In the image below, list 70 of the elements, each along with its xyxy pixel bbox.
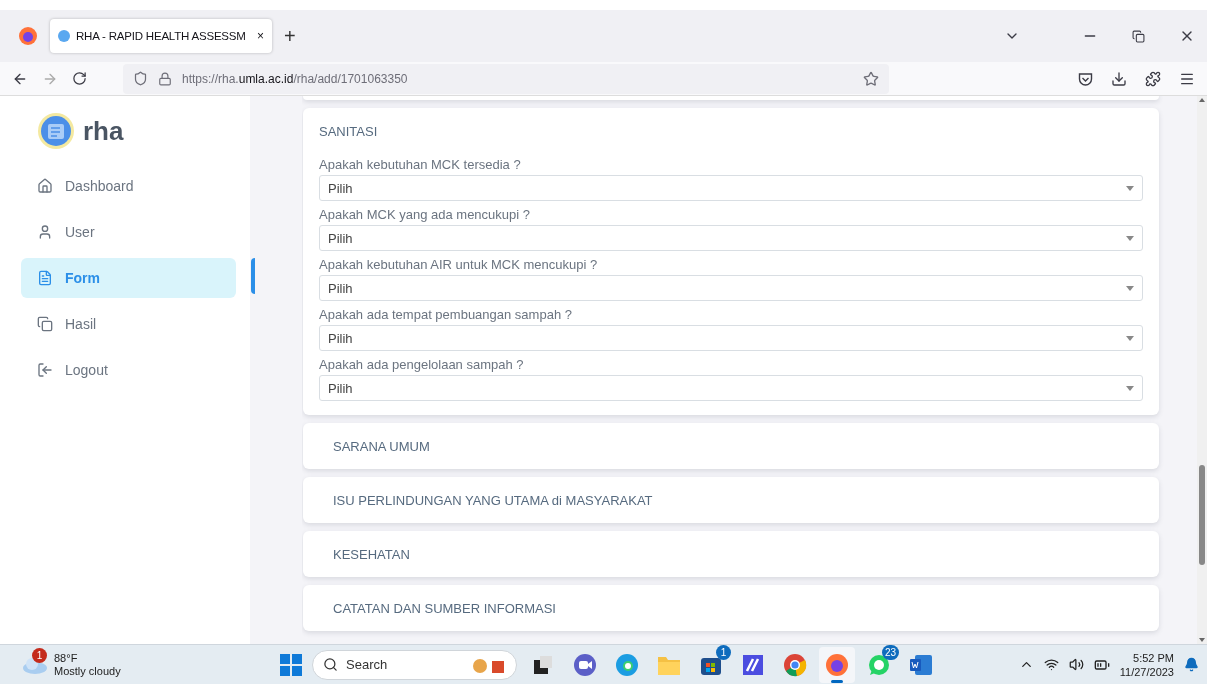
new-tab-button[interactable]: +: [284, 24, 296, 48]
select-field[interactable]: Pilih: [319, 225, 1143, 251]
select-field[interactable]: Pilih: [319, 325, 1143, 351]
close-tab-button[interactable]: ×: [257, 29, 264, 43]
browser-tab[interactable]: RHA - RAPID HEALTH ASSESSM ×: [50, 19, 272, 53]
lock-icon: [158, 71, 172, 86]
notification-badge: 1: [716, 644, 731, 660]
address-bar[interactable]: https://rha.umla.ac.id/rha/add/1701063350: [123, 63, 889, 94]
active-indicator: [251, 258, 255, 294]
browser-icon[interactable]: [615, 652, 639, 677]
scroll-up-icon[interactable]: [1199, 98, 1205, 102]
active-indicator: [831, 679, 843, 683]
logo-text: rha: [83, 115, 124, 147]
notification-badge: 1: [32, 647, 47, 663]
wifi-icon[interactable]: [1043, 657, 1059, 672]
caret-icon: [1126, 185, 1134, 191]
question-label: Apakah ada pengelolaan sampah ?: [319, 357, 525, 372]
extensions-icon[interactable]: [1145, 70, 1161, 87]
section-title: SANITASI: [319, 124, 379, 139]
sidebar-item[interactable]: Dashboard: [21, 166, 236, 206]
url-text: https://rha.umla.ac.id/rha/add/1701063350: [182, 71, 409, 86]
browser-icon[interactable]: [825, 652, 849, 677]
restore-icon[interactable]: [1132, 29, 1145, 43]
form-icon: [37, 270, 53, 286]
home-icon: [37, 178, 53, 194]
user-icon: [37, 224, 53, 240]
weather-text: Mostly cloudy: [54, 664, 121, 678]
video-chat-icon[interactable]: [573, 652, 597, 677]
sidebar-item[interactable]: Logout: [21, 350, 236, 390]
browser-icon[interactable]: [783, 652, 807, 677]
notification-bell-icon[interactable]: [1184, 657, 1199, 672]
question-label: Apakah kebutuhan MCK tersedia ?: [319, 157, 522, 172]
collapsed-section[interactable]: KESEHATAN: [303, 531, 1159, 577]
collapsed-section[interactable]: ISU PERLINDUNGAN YANG UTAMA di MASYARAKAT: [303, 477, 1159, 523]
caret-icon: [1126, 385, 1134, 391]
question-label: Apakah ada tempat pembuangan sampah ?: [319, 307, 573, 322]
site-icon: [58, 30, 70, 42]
caret-icon: [1126, 285, 1134, 291]
logout-icon: [37, 362, 53, 378]
start-icon[interactable]: [280, 653, 302, 676]
document-icon[interactable]: [909, 653, 933, 676]
collapsed-section[interactable]: SARANA UMUM: [303, 423, 1159, 469]
scroll-down-icon[interactable]: [1199, 638, 1205, 642]
collapsed-section[interactable]: CATATAN DAN SUMBER INFORMASI: [303, 585, 1159, 631]
app-window-icon[interactable]: [532, 653, 554, 676]
clock[interactable]: 5:52 PM 11/27/2023: [1119, 650, 1174, 679]
question-label: Apakah kebutuhan AIR untuk MCK mencukupi ?: [319, 257, 599, 272]
caret-icon: [1126, 335, 1134, 341]
bookmark-star-icon[interactable]: [863, 70, 879, 87]
sidebar-item[interactable]: User: [21, 212, 236, 252]
select-field[interactable]: Pilih: [319, 275, 1143, 301]
caret-icon: [1126, 235, 1134, 241]
sidebar-item[interactable]: Hasil: [21, 304, 236, 344]
pocket-icon[interactable]: [1078, 71, 1093, 86]
scrollbar[interactable]: [1197, 96, 1207, 644]
search-icon: [323, 657, 338, 672]
search-field[interactable]: Search: [312, 649, 517, 680]
logo-icon: [37, 112, 75, 150]
download-icon[interactable]: [1111, 70, 1127, 87]
question-label: Apakah MCK yang ada mencukupi ?: [319, 207, 531, 222]
reload-icon[interactable]: [72, 71, 87, 86]
browser-logo-icon[interactable]: [18, 26, 38, 46]
temperature-text: 88°F: [54, 651, 79, 665]
select-field[interactable]: Pilih: [319, 375, 1143, 401]
notification-badge: 23: [881, 644, 899, 660]
shield-icon: [133, 71, 148, 86]
app-icon[interactable]: [742, 653, 764, 676]
copy-icon: [37, 316, 53, 332]
volume-icon[interactable]: [1068, 657, 1084, 672]
select-field[interactable]: Pilih: [319, 175, 1143, 201]
